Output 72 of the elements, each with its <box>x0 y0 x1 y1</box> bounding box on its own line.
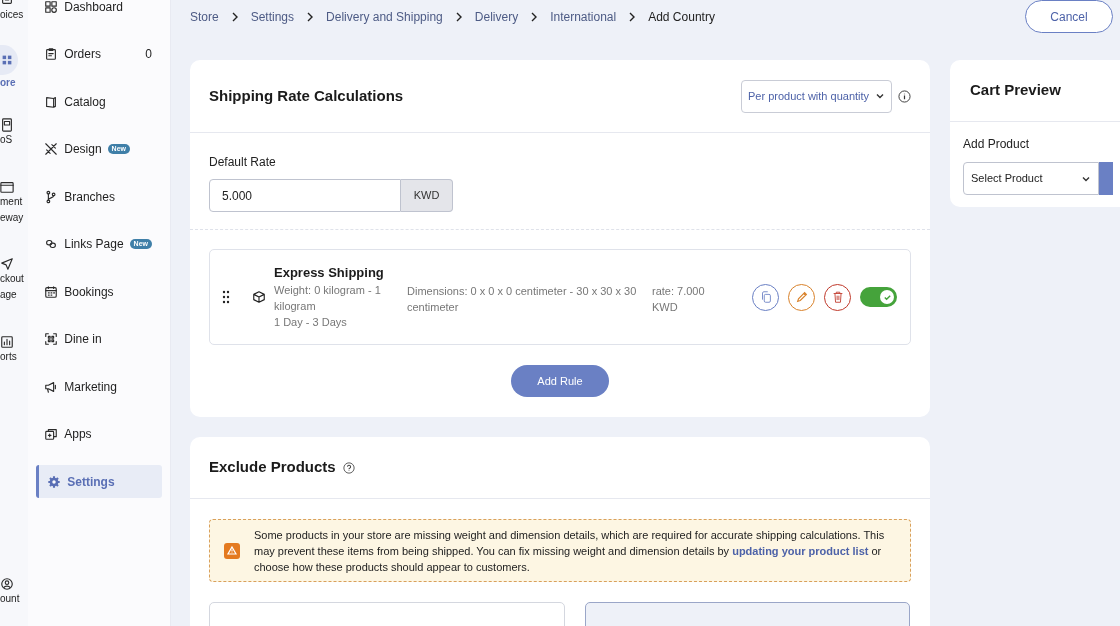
rail-item[interactable]: ckout age <box>0 251 24 303</box>
chevron-right-icon <box>306 11 315 22</box>
field-label: Add Product <box>963 136 1031 153</box>
cube-icon <box>252 290 266 304</box>
rule-name: Express Shipping <box>274 264 385 282</box>
cancel-button[interactable]: Cancel <box>1025 0 1113 33</box>
breadcrumb-link[interactable]: Delivery <box>474 7 519 26</box>
toggle-switch[interactable] <box>860 287 897 307</box>
sidebar-item[interactable]: Dashboard <box>36 0 162 23</box>
branch-icon <box>44 189 59 204</box>
rail-item[interactable]: ount <box>0 571 20 607</box>
apps-icon <box>44 427 59 441</box>
calendar-icon <box>44 284 59 299</box>
breadcrumb-link[interactable]: International <box>550 7 617 26</box>
chevron-right-icon <box>628 11 637 22</box>
sidebar-item[interactable]: Settings <box>36 465 162 498</box>
option-card[interactable] <box>585 602 910 626</box>
breadcrumb-link[interactable]: Delivery and Shipping <box>326 7 443 26</box>
chevron-right-icon <box>530 11 539 22</box>
currency-label: KWD <box>401 179 453 212</box>
sidebar-item[interactable]: Marketing <box>36 370 162 403</box>
chevron-down-icon <box>875 91 885 101</box>
product-select[interactable]: Select Product <box>963 162 1099 195</box>
sidebar-item[interactable]: Bookings <box>36 275 162 308</box>
store-icon <box>0 53 14 67</box>
rail-item[interactable]: oices <box>0 0 24 23</box>
order-count: 0 <box>145 46 152 63</box>
section-title: Cart Preview <box>970 80 1061 101</box>
sidebar-item[interactable]: Catalog <box>36 85 162 118</box>
breadcrumb-current: Add Country <box>648 8 715 26</box>
terminal-icon <box>0 118 14 132</box>
send-icon <box>0 257 14 271</box>
breadcrumb-link[interactable]: Settings <box>250 7 295 26</box>
rule-dimensions: Dimensions: 0 x 0 x 0 centimeter - 30 x 30 x 30 centimeter <box>407 284 637 315</box>
rail-item[interactable]: orts <box>0 329 17 365</box>
drag-handle-icon[interactable] <box>222 290 230 304</box>
warning-icon <box>224 542 240 559</box>
scan-icon <box>44 332 59 346</box>
sidebar-item[interactable]: Dine in <box>36 322 162 356</box>
sidebar-item[interactable]: Orders 0 <box>36 37 162 71</box>
add-rule-button[interactable]: Add Rule <box>511 365 609 397</box>
check-icon <box>882 292 892 302</box>
grid-icon <box>44 0 59 14</box>
help-icon[interactable] <box>342 461 355 474</box>
breadcrumb-link[interactable]: Store <box>190 7 219 26</box>
rule-weight: Weight: 0 kilogram - 1 kilogram <box>274 283 382 314</box>
method-dropdown[interactable]: Per product with quantity <box>741 79 892 113</box>
tools-icon <box>44 142 59 156</box>
pencil-icon <box>794 290 809 304</box>
megaphone-icon <box>44 379 59 394</box>
rule-rate: rate: 7.000 KWD <box>652 284 706 315</box>
section-title: Shipping Rate Calculations <box>209 85 405 106</box>
browser-icon <box>0 180 14 194</box>
gear-icon <box>47 474 62 489</box>
clipboard-icon <box>44 47 59 61</box>
info-icon[interactable] <box>898 89 911 103</box>
section-title: Exclude Products <box>209 457 336 478</box>
chevron-right-icon <box>230 11 239 22</box>
link-icon <box>44 237 59 251</box>
product-list-link[interactable]: updating your product list <box>732 544 869 557</box>
rail-item[interactable]: oS <box>0 112 14 148</box>
book-icon <box>44 94 59 109</box>
sidebar-item[interactable]: Branches <box>36 180 162 213</box>
chevron-right-icon <box>454 11 463 22</box>
chart-icon <box>0 335 14 349</box>
sidebar-item[interactable]: Apps <box>36 417 162 451</box>
user-icon <box>0 577 14 591</box>
rail-item[interactable]: ment eway <box>0 174 24 226</box>
field-label: Default Rate <box>209 154 277 171</box>
rule-duration: 1 Day - 3 Days <box>274 315 348 330</box>
warning-text: Some products in your store are missing weight and dimension details, which are required for accurate shipping calculations. This may prevent these items from being shipped. You can fix missing weight and dimension details by updating your product list or choose how these products should appear to customers. <box>254 527 886 575</box>
default-rate-field[interactable]: 5.000 <box>209 179 401 212</box>
